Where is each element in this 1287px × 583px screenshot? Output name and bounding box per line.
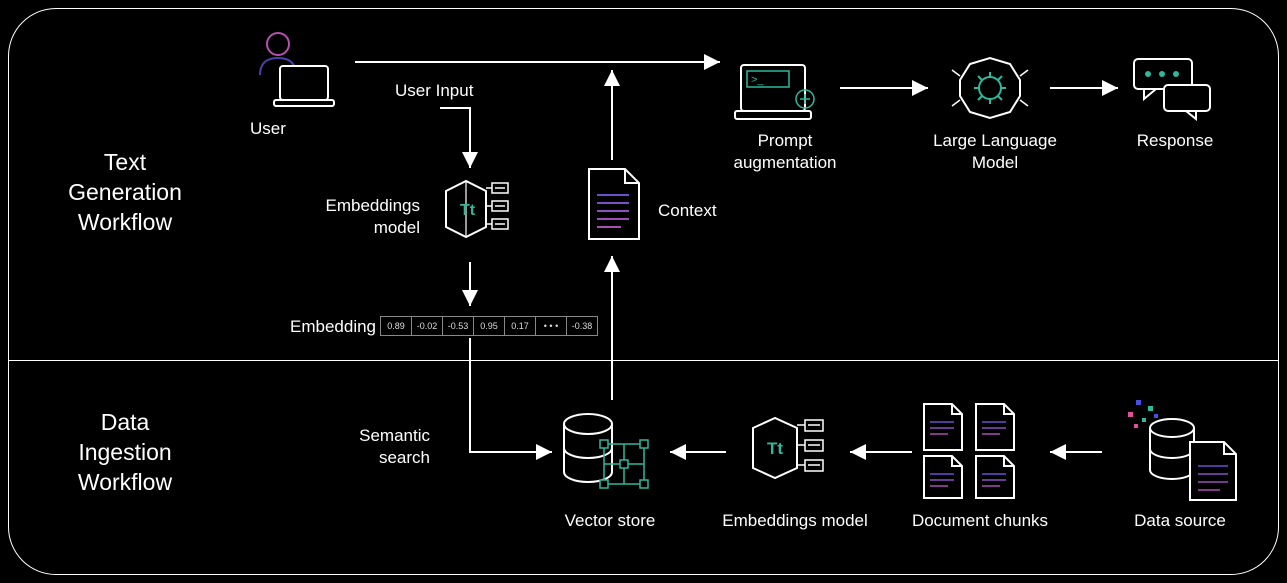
arrow-vector-to-store [470,338,552,452]
arrow-input-to-embeddings [440,108,470,168]
arrows-layer [0,0,1287,583]
diagram-canvas: Text Generation Workflow Data Ingestion … [0,0,1287,583]
